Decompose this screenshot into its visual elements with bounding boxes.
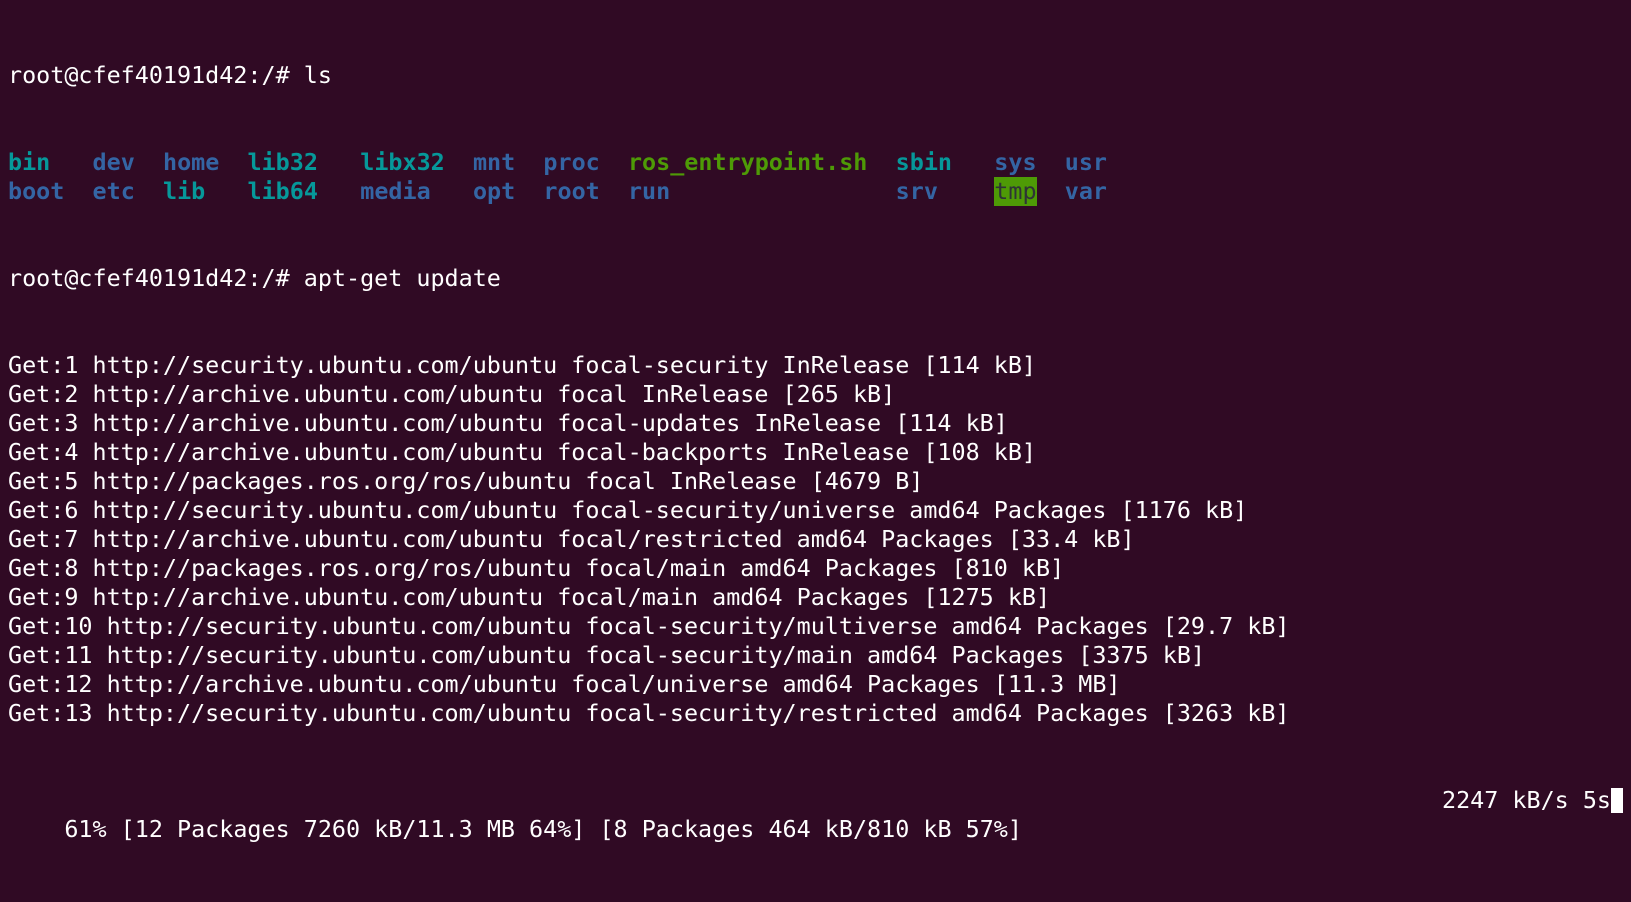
output-line: Get:3 http://archive.ubuntu.com/ubuntu f… — [8, 409, 1008, 437]
output-line: Get:1 http://security.ubuntu.com/ubuntu … — [8, 351, 1037, 379]
ls-entry-dev: dev — [92, 148, 135, 176]
prompt: root@cfef40191d42:/# — [8, 264, 304, 292]
output-line: Get:2 http://archive.ubuntu.com/ubuntu f… — [8, 380, 896, 408]
command-line-ls: root@cfef40191d42:/# ls — [8, 61, 1631, 90]
output-line: Get:12 http://archive.ubuntu.com/ubuntu … — [8, 670, 1121, 698]
output-line: Get:9 http://archive.ubuntu.com/ubuntu f… — [8, 583, 1051, 611]
output-line: Get:8 http://packages.ros.org/ros/ubuntu… — [8, 554, 1065, 582]
command-line-apt: root@cfef40191d42:/# apt-get update — [8, 264, 1631, 293]
prompt: root@cfef40191d42:/# — [8, 61, 304, 89]
progress-rate: 2247 kB/s 5s — [1442, 786, 1623, 815]
ls-entry-sbin: sbin — [895, 148, 952, 176]
ls-entry-libx32: libx32 — [360, 148, 445, 176]
ls-entry-boot: boot — [8, 177, 65, 205]
ls-entry-srv: srv — [895, 177, 938, 205]
command: apt-get update — [303, 264, 501, 292]
progress-line: 61% [12 Packages 7260 kB/11.3 MB 64%] [8… — [8, 786, 1631, 843]
ls-output: bin dev home lib32 libx32 mnt proc ros_entrypoi… — [8, 148, 1631, 206]
ls-entry-media: media — [360, 177, 431, 205]
ls-entry-run: run — [627, 177, 671, 205]
terminal-window[interactable]: root@cfef40191d42:/# ls bin dev home lib32 l… — [8, 3, 1631, 844]
output-line: Get:10 http://security.ubuntu.com/ubuntu… — [8, 612, 1290, 640]
ls-entry-bin: bin — [8, 148, 51, 176]
output-line: Get:11 http://security.ubuntu.com/ubuntu… — [8, 641, 1205, 669]
progress-status: 61% [12 Packages 7260 kB/11.3 MB 64%] [8… — [64, 815, 1022, 843]
ls-entry-mnt: mnt — [472, 148, 516, 176]
apt-output: Get:1 http://security.ubuntu.com/ubuntu … — [8, 351, 1631, 728]
cursor — [1611, 788, 1623, 813]
output-line: Get:7 http://archive.ubuntu.com/ubuntu f… — [8, 525, 1135, 553]
output-line: Get:5 http://packages.ros.org/ros/ubuntu… — [8, 467, 924, 495]
ls-entry-usr: usr — [1064, 148, 1107, 176]
ls-entry-ros-entrypoint-sh: ros_entrypoint.sh — [627, 148, 868, 176]
ls-entry-sys: sys — [994, 148, 1037, 176]
ls-entry-var: var — [1064, 177, 1107, 205]
ls-entry-root: root — [543, 177, 600, 205]
ls-entry-lib32: lib32 — [247, 148, 318, 176]
ls-row: bin dev home lib32 libx32 mnt proc ros_entrypoi… — [8, 148, 1631, 177]
output-line: Get:4 http://archive.ubuntu.com/ubuntu f… — [8, 438, 1037, 466]
ls-entry-lib64: lib64 — [247, 177, 318, 205]
command: ls — [303, 61, 332, 89]
rate-eta: 2247 kB/s 5s — [1442, 786, 1611, 814]
ls-row: boot etc lib lib64 media opt root run srv tmp var — [8, 177, 1631, 206]
ls-entry-etc: etc — [92, 177, 135, 205]
output-line: Get:13 http://security.ubuntu.com/ubuntu… — [8, 699, 1290, 727]
ls-entry-tmp: tmp — [994, 177, 1037, 206]
ls-entry-home: home — [162, 148, 220, 176]
ls-entry-proc: proc — [543, 148, 600, 176]
ls-entry-opt: opt — [472, 177, 516, 205]
output-line: Get:6 http://security.ubuntu.com/ubuntu … — [8, 496, 1248, 524]
ls-entry-lib: lib — [162, 177, 206, 205]
